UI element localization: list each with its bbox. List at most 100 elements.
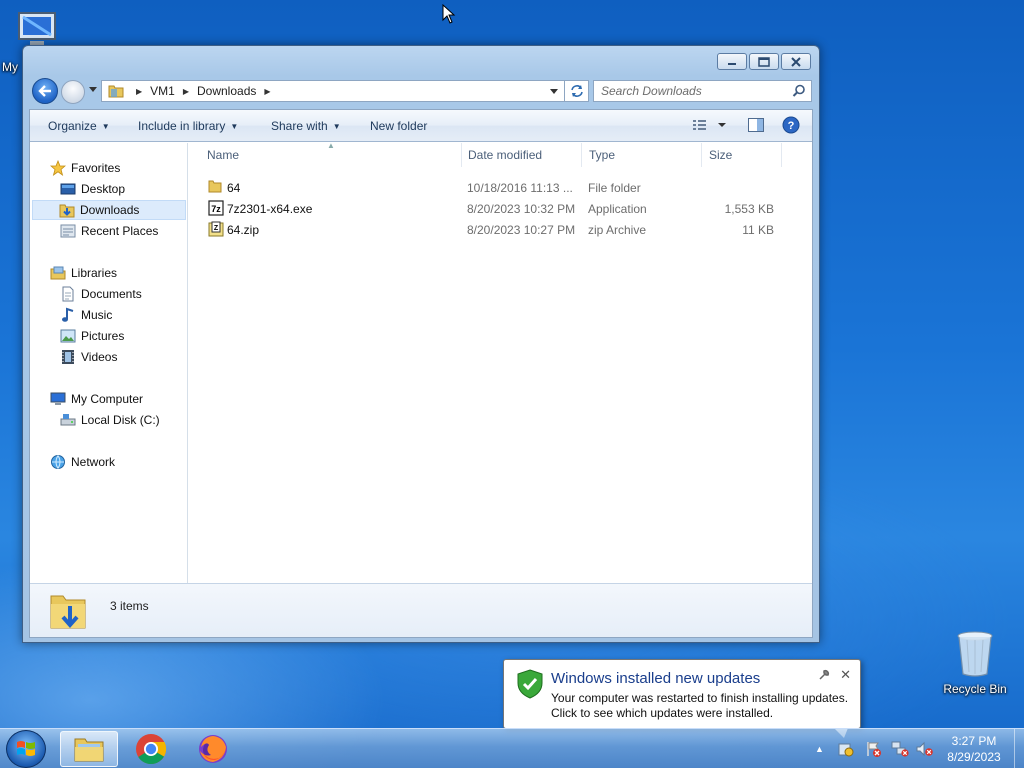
sidebar-item-downloads[interactable]: Downloads	[32, 200, 186, 220]
file-name: 7z2301-x64.exe	[227, 202, 313, 216]
close-icon	[791, 56, 801, 67]
search-icon[interactable]	[792, 84, 806, 98]
explorer-window: ▶ VM1 ▶ Downloads ▶ Organize	[22, 45, 820, 643]
sidebar-label-libraries: Libraries	[71, 266, 118, 280]
back-button[interactable]	[32, 78, 58, 104]
breadcrumb-vm1[interactable]: VM1	[150, 84, 175, 98]
file-row[interactable]: Z 64.zip 8/20/2023 10:27 PM zip Archive …	[189, 219, 812, 240]
windows-update-tray-icon[interactable]	[838, 741, 854, 757]
file-type: Application	[588, 202, 647, 216]
show-hidden-icons-icon[interactable]: ▲	[815, 744, 824, 754]
sidebar-label-desktop: Desktop	[81, 182, 126, 196]
address-history-dropdown-icon[interactable]	[550, 89, 558, 95]
include-in-library-button[interactable]: Include in library ▼	[138, 119, 238, 133]
breadcrumb-separator-icon[interactable]: ▶	[264, 87, 270, 96]
column-header-date-modified[interactable]: Date modified	[462, 143, 582, 167]
start-button[interactable]	[6, 730, 46, 768]
file-row[interactable]: 7z 7z2301-x64.exe 8/20/2023 10:32 PM App…	[189, 198, 812, 219]
caption-buttons	[717, 53, 811, 70]
taskbar-chrome-button[interactable]	[122, 731, 180, 767]
computer-icon	[18, 12, 56, 45]
file-row[interactable]: 64 10/18/2016 11:13 ... File folder	[189, 177, 812, 198]
organize-label: Organize	[48, 119, 97, 133]
taskbar-explorer-button[interactable]	[60, 731, 118, 767]
column-header-size-label: Size	[709, 148, 733, 162]
file-date: 8/20/2023 10:27 PM	[467, 223, 576, 237]
system-clock[interactable]: 3:27 PM 8/29/2023	[934, 733, 1014, 765]
sidebar-item-libraries[interactable]: Libraries	[50, 263, 117, 283]
breadcrumb-separator-icon[interactable]: ▶	[183, 87, 189, 96]
column-header-name-label: Name	[207, 148, 240, 162]
recycle-bin-desktop-icon[interactable]: Recycle Bin	[940, 630, 1010, 696]
minimize-icon	[728, 62, 736, 65]
file-name: 64	[227, 181, 241, 195]
sidebar-label-recent-places: Recent Places	[81, 224, 159, 238]
column-header-type[interactable]: Type	[582, 143, 702, 167]
command-bar: Organize ▼ Include in library ▼ Share with…	[30, 110, 812, 142]
sidebar-label-videos: Videos	[81, 350, 118, 364]
navigation-bar: ▶ VM1 ▶ Downloads ▶	[29, 76, 813, 106]
sidebar-item-desktop[interactable]: Desktop	[60, 179, 125, 199]
network-disconnected-icon[interactable]	[891, 741, 909, 757]
column-header-name[interactable]: Name ▲	[189, 141, 462, 167]
sidebar-item-my-computer[interactable]: My Computer	[50, 389, 143, 409]
sidebar-item-music[interactable]: Music	[60, 305, 112, 325]
breadcrumb-downloads[interactable]: Downloads	[197, 84, 256, 98]
volume-muted-icon[interactable]	[916, 741, 934, 757]
minimize-button[interactable]	[717, 53, 747, 70]
file-list: Name ▲ Date modified Type Size 64 10/18/…	[189, 141, 812, 585]
recent-pages-dropdown-icon[interactable]	[89, 87, 97, 93]
sidebar-item-documents[interactable]: Documents	[60, 284, 142, 304]
new-folder-button[interactable]: New folder	[370, 119, 427, 133]
sidebar-item-local-disk[interactable]: Local Disk (C:)	[60, 410, 160, 430]
notification-text: Your computer was restarted to finish in…	[551, 691, 848, 721]
search-box[interactable]	[593, 80, 812, 102]
sidebar-item-recent-places[interactable]: Recent Places	[60, 221, 158, 241]
mouse-pointer-icon	[442, 4, 456, 24]
sidebar-label-my-computer: My Computer	[71, 392, 144, 406]
file-size: 1,553 KB	[724, 202, 774, 216]
address-bar[interactable]: ▶ VM1 ▶ Downloads ▶	[101, 80, 565, 102]
chrome-icon	[136, 734, 167, 765]
navigation-pane: Favorites Desktop Downloads Recent Place…	[30, 143, 188, 585]
close-icon[interactable]: ✕	[840, 667, 851, 683]
sidebar-label-pictures: Pictures	[81, 329, 125, 343]
help-button[interactable]: ?	[782, 116, 800, 137]
update-notification[interactable]: Windows installed new updates Your compu…	[503, 659, 861, 738]
sidebar-item-pictures[interactable]: Pictures	[60, 326, 124, 346]
share-with-button[interactable]: Share with ▼	[271, 119, 341, 133]
sidebar-item-videos[interactable]: Videos	[60, 347, 117, 367]
computer-icon	[50, 391, 66, 407]
maximize-button[interactable]	[749, 53, 779, 70]
sidebar-label-music: Music	[81, 308, 113, 322]
chevron-down-icon: ▼	[332, 122, 341, 131]
column-header-date-label: Date modified	[468, 148, 543, 162]
organize-button[interactable]: Organize ▼	[48, 119, 110, 133]
refresh-button[interactable]	[565, 80, 589, 102]
sidebar-item-favorites[interactable]: Favorites	[50, 158, 120, 178]
close-button[interactable]	[781, 53, 811, 70]
action-center-flag-icon[interactable]	[866, 741, 882, 757]
star-icon	[50, 160, 66, 176]
explorer-client-area: Organize ▼ Include in library ▼ Share with…	[29, 109, 813, 638]
breadcrumb-separator-icon[interactable]: ▶	[136, 87, 142, 96]
music-note-icon	[60, 307, 76, 323]
search-input[interactable]	[594, 81, 784, 101]
preview-pane-button[interactable]	[747, 116, 765, 137]
downloads-folder-icon	[50, 595, 86, 629]
libraries-icon	[50, 265, 66, 281]
chevron-down-icon: ▼	[101, 122, 110, 131]
7zip-exe-icon: 7z	[208, 200, 224, 216]
column-header-size[interactable]: Size	[702, 143, 782, 167]
taskbar-firefox-button[interactable]	[184, 731, 242, 767]
recent-places-icon	[60, 223, 76, 239]
forward-button[interactable]	[61, 80, 85, 104]
settings-wrench-icon[interactable]	[818, 669, 830, 681]
my-computer-label: My	[2, 60, 18, 74]
sidebar-item-network[interactable]: Network	[50, 452, 115, 472]
show-desktop-button[interactable]	[1014, 729, 1024, 768]
column-header-type-label: Type	[589, 148, 616, 162]
clock-date: 8/29/2023	[947, 750, 1001, 764]
change-view-button[interactable]	[692, 116, 730, 137]
zip-icon: Z	[208, 221, 224, 237]
